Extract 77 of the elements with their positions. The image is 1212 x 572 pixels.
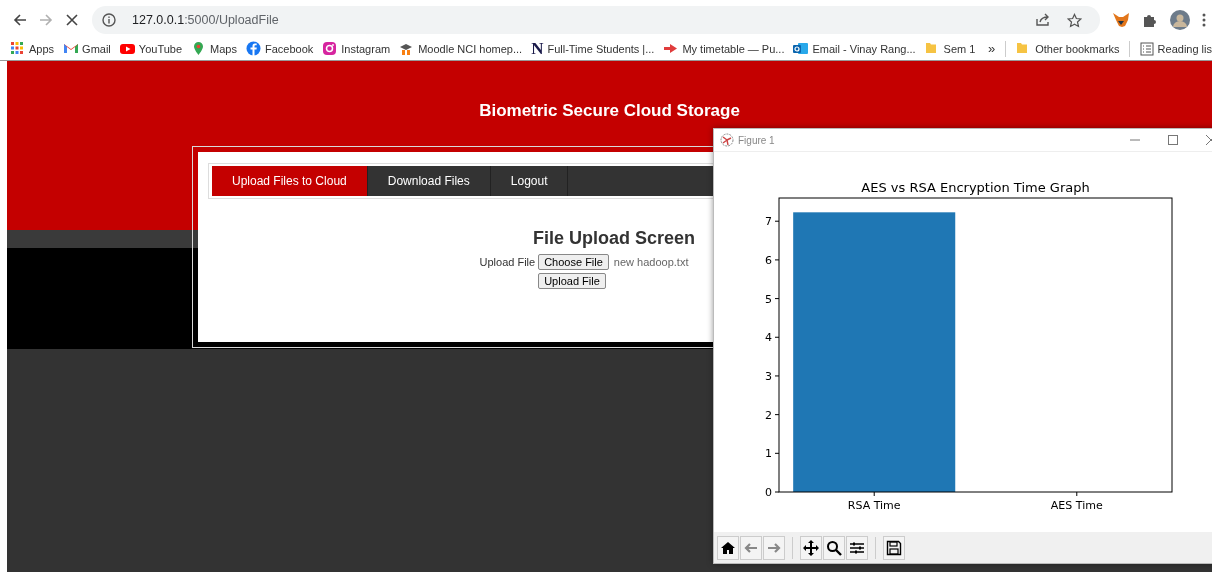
bookmark[interactable]: My timetable — Pu...: [663, 41, 785, 56]
bookmark[interactable]: Maps: [191, 41, 237, 56]
axis-label: 3: [765, 369, 772, 383]
nav-tab[interactable]: Logout: [490, 166, 569, 196]
menu-icon[interactable]: [1202, 13, 1206, 27]
tick-mark: [774, 491, 780, 493]
tick-mark: [774, 336, 780, 338]
app-icon: [720, 133, 734, 147]
fox-icon[interactable]: [1112, 12, 1130, 28]
tick-mark: [774, 220, 780, 222]
search-button[interactable]: [823, 535, 845, 560]
star-icon[interactable]: [1067, 12, 1082, 28]
axis-label: 1: [765, 447, 772, 461]
apps-icon: [10, 41, 25, 56]
upload-button[interactable]: Upload File: [538, 273, 606, 289]
share-icon[interactable]: [1035, 13, 1051, 27]
forward-button[interactable]: [763, 535, 785, 560]
page-heading: File Upload Screen: [532, 228, 695, 249]
nav-tab[interactable]: Upload Files to Cloud: [212, 166, 368, 196]
more-bookmarks-button[interactable]: »: [987, 41, 996, 56]
axis-label: 7: [765, 215, 772, 229]
bookmark[interactable]: Sem 1: [924, 41, 976, 56]
tick-mark: [774, 414, 780, 416]
tick-mark: [774, 259, 780, 261]
chart-title: AES vs RSA Encryption Time Graph: [861, 180, 1090, 195]
camera-icon: [322, 41, 338, 56]
avatar-icon[interactable]: [1170, 10, 1190, 30]
tick-mark: [774, 298, 780, 300]
close-icon[interactable]: [64, 12, 80, 28]
bookmark[interactable]: Apps: [10, 41, 55, 56]
choose-file-button[interactable]: Choose File: [538, 254, 609, 270]
bookmark[interactable]: Email - Vinay Rang...: [793, 41, 916, 56]
play-icon: [119, 41, 135, 56]
mail-icon: [63, 41, 79, 56]
reading-list-button[interactable]: Reading lis: [1139, 41, 1212, 56]
logo-icon: N: [531, 41, 544, 56]
search-icon: [826, 539, 842, 556]
move-icon: [803, 539, 819, 556]
window-title: Figure 1: [738, 134, 775, 146]
mail-icon: [793, 41, 809, 56]
bookmark[interactable]: Gmail: [63, 41, 111, 56]
back-icon[interactable]: [12, 12, 28, 28]
url-text: 127.0.0.1:5000/UploadFile: [132, 13, 279, 27]
save-icon: [886, 539, 902, 556]
bookmark[interactable]: Moodle NCI homep...: [399, 41, 523, 56]
arrow-icon: [663, 41, 679, 56]
tick-mark: [774, 375, 780, 377]
sliders-button[interactable]: [846, 535, 868, 560]
axis-label: 4: [765, 331, 772, 345]
bookmark[interactable]: Instagram: [322, 41, 391, 56]
axis-label: RSA Time: [847, 499, 901, 512]
tick-mark: [873, 491, 875, 497]
bookmark[interactable]: YouTube: [119, 41, 183, 56]
tick-mark: [1076, 491, 1078, 497]
move-button[interactable]: [800, 535, 822, 560]
list-icon: [1139, 41, 1154, 56]
home-button[interactable]: [717, 535, 739, 560]
facebook-icon: [245, 41, 261, 56]
home-icon: [720, 539, 736, 556]
axis-label: 6: [765, 253, 772, 267]
tick-mark: [774, 452, 780, 454]
axis-label: 5: [765, 292, 772, 306]
maximize-icon[interactable]: [1168, 135, 1178, 145]
file-name: new hadoop.txt: [613, 256, 689, 268]
info-icon: [102, 13, 116, 27]
save-button[interactable]: [883, 535, 905, 560]
bookmark[interactable]: N Full-Time Students |...: [531, 41, 655, 56]
bookmark[interactable]: Facebook: [245, 41, 314, 56]
puzzle-icon[interactable]: [1142, 12, 1158, 28]
field-label: Upload File: [479, 256, 536, 268]
nav-tab[interactable]: Download Files: [367, 166, 491, 196]
axis-label: AES Time: [1050, 499, 1103, 512]
axis-label: 2: [765, 408, 772, 422]
site-title: Biometric Secure Cloud Storage: [479, 101, 740, 121]
axis-label: 0: [765, 486, 772, 499]
address-bar[interactable]: 127.0.0.1:5000/UploadFile: [92, 6, 1100, 34]
bookmark-folder[interactable]: Other bookmarks: [1016, 41, 1120, 56]
